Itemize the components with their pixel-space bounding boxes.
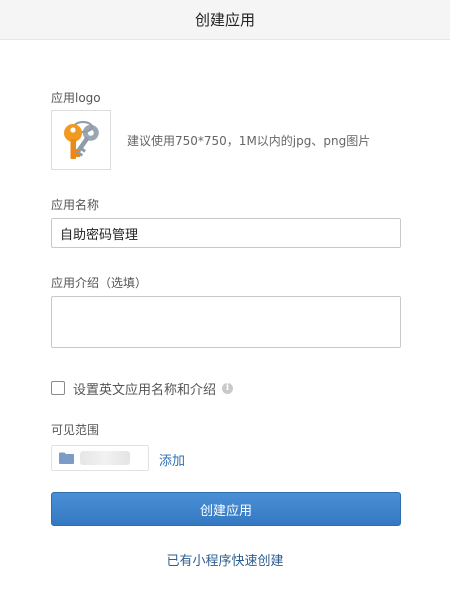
english-option-label[interactable]: 设置英文应用名称和介绍 (73, 379, 216, 398)
scope-member-chip (51, 445, 149, 471)
logo-label: 应用logo (51, 91, 101, 105)
app-intro-label: 应用介绍（选填） (51, 276, 148, 290)
logo-hint: 建议使用750*750，1M以内的jpg、png图片 (127, 134, 371, 148)
scope-label: 可见范围 (51, 423, 100, 437)
quick-create-link[interactable]: 已有小程序快速创建 (0, 550, 450, 569)
folder-icon (59, 452, 74, 464)
page-title: 创建应用 (194, 11, 255, 29)
key-icon (64, 121, 99, 159)
app-intro-input[interactable] (51, 296, 401, 348)
logo-upload[interactable] (51, 110, 111, 170)
app-name-label: 应用名称 (51, 198, 100, 212)
info-icon[interactable]: i (222, 382, 234, 394)
dialog-header: 创建应用 (0, 0, 450, 40)
english-option-row: 设置英文应用名称和介绍 i (51, 379, 234, 398)
blurred-member-name (80, 451, 130, 465)
app-name-input[interactable] (51, 218, 401, 248)
create-app-button[interactable]: 创建应用 (51, 492, 401, 526)
add-scope-link[interactable]: 添加 (159, 450, 185, 469)
english-option-checkbox[interactable] (51, 381, 65, 395)
